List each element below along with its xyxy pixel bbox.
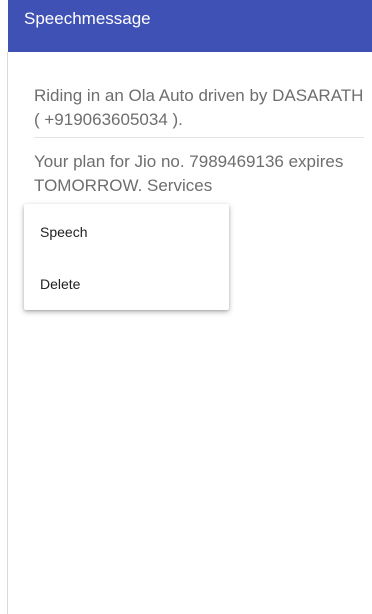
- message-item-jio[interactable]: Your plan for Jio no. 7989469136 expires…: [34, 150, 364, 200]
- message-item-ola[interactable]: Riding in an Ola Auto driven by DASARATH…: [34, 84, 364, 134]
- delete-menu-label: Delete: [40, 276, 81, 292]
- message-divider: [34, 137, 364, 138]
- speechmessage-screen: Speechmessage Riding in an Ola Auto driv…: [0, 0, 372, 614]
- speech-menu-item[interactable]: Speech: [24, 212, 229, 256]
- speech-menu-label: Speech: [40, 224, 88, 240]
- message-content: Riding in an Ola Auto driven by DASARATH…: [8, 52, 372, 614]
- app-bar: Speechmessage: [8, 0, 372, 52]
- message-context-menu: Speech Delete: [24, 204, 229, 310]
- delete-menu-item[interactable]: Delete: [24, 264, 229, 308]
- app-title: Speechmessage: [24, 9, 151, 28]
